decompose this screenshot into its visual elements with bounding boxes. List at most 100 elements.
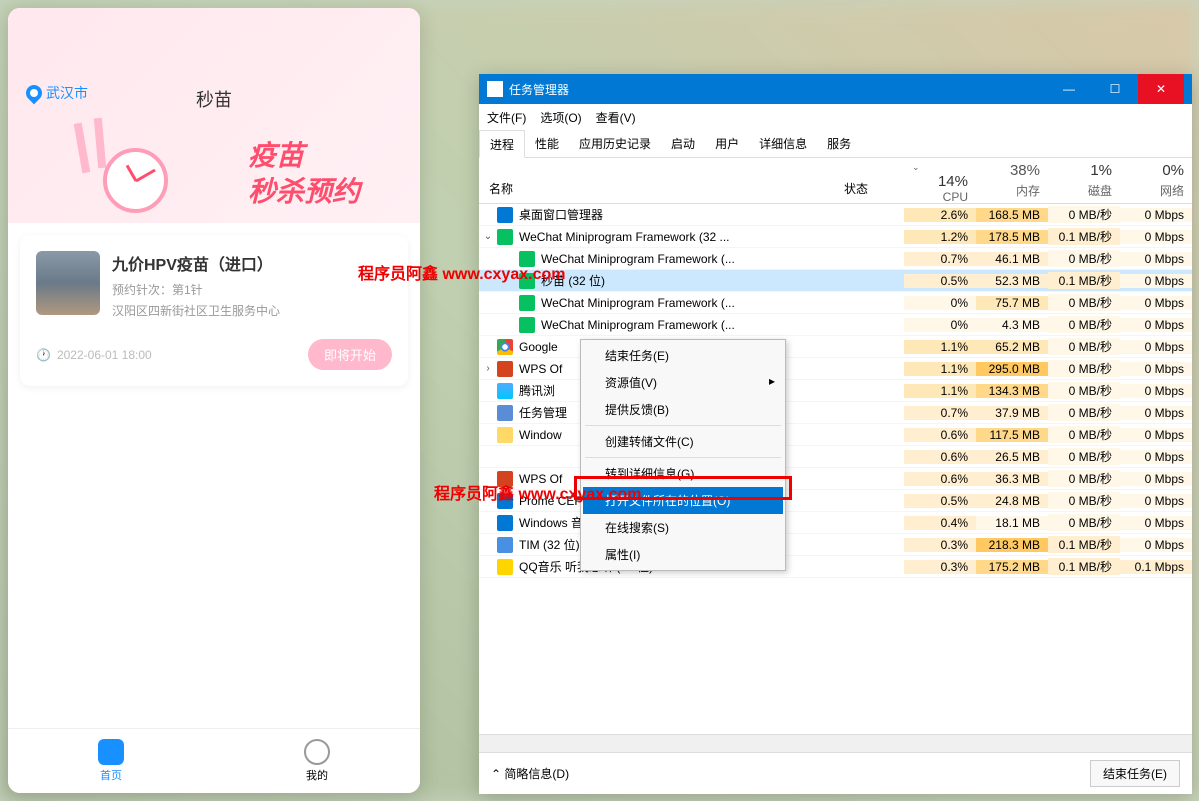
- col-cpu[interactable]: ⌄14%CPU: [904, 158, 976, 203]
- process-name: Window: [519, 428, 562, 442]
- process-icon: [497, 339, 513, 355]
- location-selector[interactable]: 武汉市: [26, 83, 88, 103]
- clock-icon: 🕐: [36, 348, 51, 362]
- disk-value: 0 MB/秒: [1048, 206, 1120, 223]
- minimize-button[interactable]: —: [1046, 74, 1092, 104]
- tab-3[interactable]: 启动: [661, 130, 705, 157]
- net-value: 0.1 Mbps: [1120, 560, 1192, 574]
- process-name: WPS Of: [519, 362, 562, 376]
- cpu-value: 0%: [904, 296, 976, 310]
- cpu-value: 1.2%: [904, 230, 976, 244]
- process-icon: [519, 273, 535, 289]
- cpu-value: 1.1%: [904, 384, 976, 398]
- brief-info-link[interactable]: 简略信息(D): [504, 765, 569, 782]
- close-button[interactable]: ✕: [1138, 74, 1184, 104]
- process-row[interactable]: WeChat Miniprogram Framework (... 0.7% 4…: [479, 248, 1192, 270]
- miniprogram-window: ⋯ ⊙ 武汉市 秒苗 疫苗秒杀预约 九价HPV疫苗（进口） 预约针次：第1针 汉…: [8, 8, 420, 793]
- chevron-up-icon[interactable]: ⌃: [491, 767, 501, 781]
- nav-home[interactable]: 首页: [8, 729, 214, 793]
- mem-value: 26.5 MB: [976, 450, 1048, 464]
- nav-profile[interactable]: 我的: [214, 729, 420, 793]
- cpu-value: 2.6%: [904, 208, 976, 222]
- mem-value: 178.5 MB: [976, 230, 1048, 244]
- net-value: 0 Mbps: [1120, 450, 1192, 464]
- net-value: 0 Mbps: [1120, 428, 1192, 442]
- context-item[interactable]: 转到详细信息(G): [583, 460, 783, 487]
- col-disk[interactable]: 1%磁盘: [1048, 158, 1120, 203]
- cpu-value: 0.4%: [904, 516, 976, 530]
- expand-icon[interactable]: ›: [479, 363, 497, 374]
- process-icon: [519, 295, 535, 311]
- process-icon: [497, 383, 513, 399]
- net-value: 0 Mbps: [1120, 230, 1192, 244]
- context-item[interactable]: 结束任务(E): [583, 342, 783, 369]
- process-row[interactable]: WeChat Miniprogram Framework (... 0% 75.…: [479, 292, 1192, 314]
- process-row[interactable]: ⌄ WeChat Miniprogram Framework (32 ... 1…: [479, 226, 1192, 248]
- cpu-value: 1.1%: [904, 340, 976, 354]
- tab-1[interactable]: 性能: [525, 130, 569, 157]
- net-value: 0 Mbps: [1120, 384, 1192, 398]
- process-name: 腾讯浏: [519, 382, 555, 399]
- disk-value: 0 MB/秒: [1048, 514, 1120, 531]
- process-icon: [497, 449, 513, 465]
- process-row[interactable]: 桌面窗口管理器 2.6% 168.5 MB 0 MB/秒 0 Mbps: [479, 204, 1192, 226]
- context-item[interactable]: 创建转储文件(C): [583, 428, 783, 455]
- expand-icon[interactable]: ⌄: [479, 231, 497, 242]
- disk-value: 0 MB/秒: [1048, 426, 1120, 443]
- context-item[interactable]: 打开文件所在的位置(O): [583, 487, 783, 514]
- process-icon: [497, 471, 513, 487]
- context-item[interactable]: 资源值(V)▸: [583, 369, 783, 396]
- menu-options[interactable]: 选项(O): [540, 109, 581, 126]
- scrollbar-horizontal[interactable]: [479, 734, 1192, 752]
- end-task-button[interactable]: 结束任务(E): [1090, 760, 1180, 787]
- menu-file[interactable]: 文件(F): [487, 109, 526, 126]
- col-name[interactable]: 名称: [479, 158, 844, 203]
- cpu-value: 0.6%: [904, 428, 976, 442]
- hero-banner: 武汉市 秒苗 疫苗秒杀预约: [8, 8, 420, 223]
- process-name: 桌面窗口管理器: [519, 206, 603, 223]
- vaccine-image: [36, 251, 100, 315]
- disk-value: 0 MB/秒: [1048, 492, 1120, 509]
- net-value: 0 Mbps: [1120, 516, 1192, 530]
- process-icon: [497, 427, 513, 443]
- maximize-button[interactable]: ☐: [1092, 74, 1138, 104]
- process-row[interactable]: WeChat Miniprogram Framework (... 0% 4.3…: [479, 314, 1192, 336]
- vaccine-time: 🕐 2022-06-01 18:00: [36, 348, 152, 362]
- net-value: 0 Mbps: [1120, 208, 1192, 222]
- cpu-value: 0.5%: [904, 274, 976, 288]
- process-name: WeChat Miniprogram Framework (...: [541, 296, 735, 310]
- vaccine-address: 汉阳区四新街社区卫生服务中心: [112, 302, 280, 319]
- process-icon: [519, 251, 535, 267]
- context-item[interactable]: 在线搜索(S): [583, 514, 783, 541]
- disk-value: 0.1 MB/秒: [1048, 272, 1120, 289]
- col-network[interactable]: 0%网络: [1120, 158, 1192, 203]
- process-name: 任务管理: [519, 404, 567, 421]
- process-name: Google: [519, 340, 558, 354]
- disk-value: 0 MB/秒: [1048, 316, 1120, 333]
- reserve-button[interactable]: 即将开始: [308, 339, 392, 370]
- mem-value: 75.7 MB: [976, 296, 1048, 310]
- vaccine-card[interactable]: 九价HPV疫苗（进口） 预约针次：第1针 汉阳区四新街社区卫生服务中心 🕐 20…: [20, 235, 408, 386]
- vaccine-name: 九价HPV疫苗（进口）: [112, 251, 280, 275]
- tab-4[interactable]: 用户: [705, 130, 749, 157]
- app-title: 秒苗: [196, 86, 232, 112]
- disk-value: 0 MB/秒: [1048, 294, 1120, 311]
- titlebar[interactable]: 任务管理器 — ☐ ✕: [479, 74, 1192, 104]
- process-name: WeChat Miniprogram Framework (32 ...: [519, 230, 730, 244]
- menu-view[interactable]: 查看(V): [596, 109, 636, 126]
- profile-icon: [304, 739, 330, 765]
- cpu-value: 0.6%: [904, 472, 976, 486]
- cpu-value: 0.5%: [904, 494, 976, 508]
- context-item[interactable]: 提供反馈(B): [583, 396, 783, 423]
- col-memory[interactable]: 38%内存: [976, 158, 1048, 203]
- net-value: 0 Mbps: [1120, 538, 1192, 552]
- process-row[interactable]: 秒苗 (32 位) 0.5% 52.3 MB 0.1 MB/秒 0 Mbps: [479, 270, 1192, 292]
- tab-2[interactable]: 应用历史记录: [569, 130, 661, 157]
- tab-0[interactable]: 进程: [479, 130, 525, 158]
- tab-5[interactable]: 详细信息: [749, 130, 817, 157]
- col-status[interactable]: 状态: [844, 158, 904, 203]
- context-item[interactable]: 属性(I): [583, 541, 783, 568]
- pin-icon: [23, 82, 46, 105]
- tab-6[interactable]: 服务: [817, 130, 861, 157]
- process-name: TIM (32 位): [519, 536, 580, 553]
